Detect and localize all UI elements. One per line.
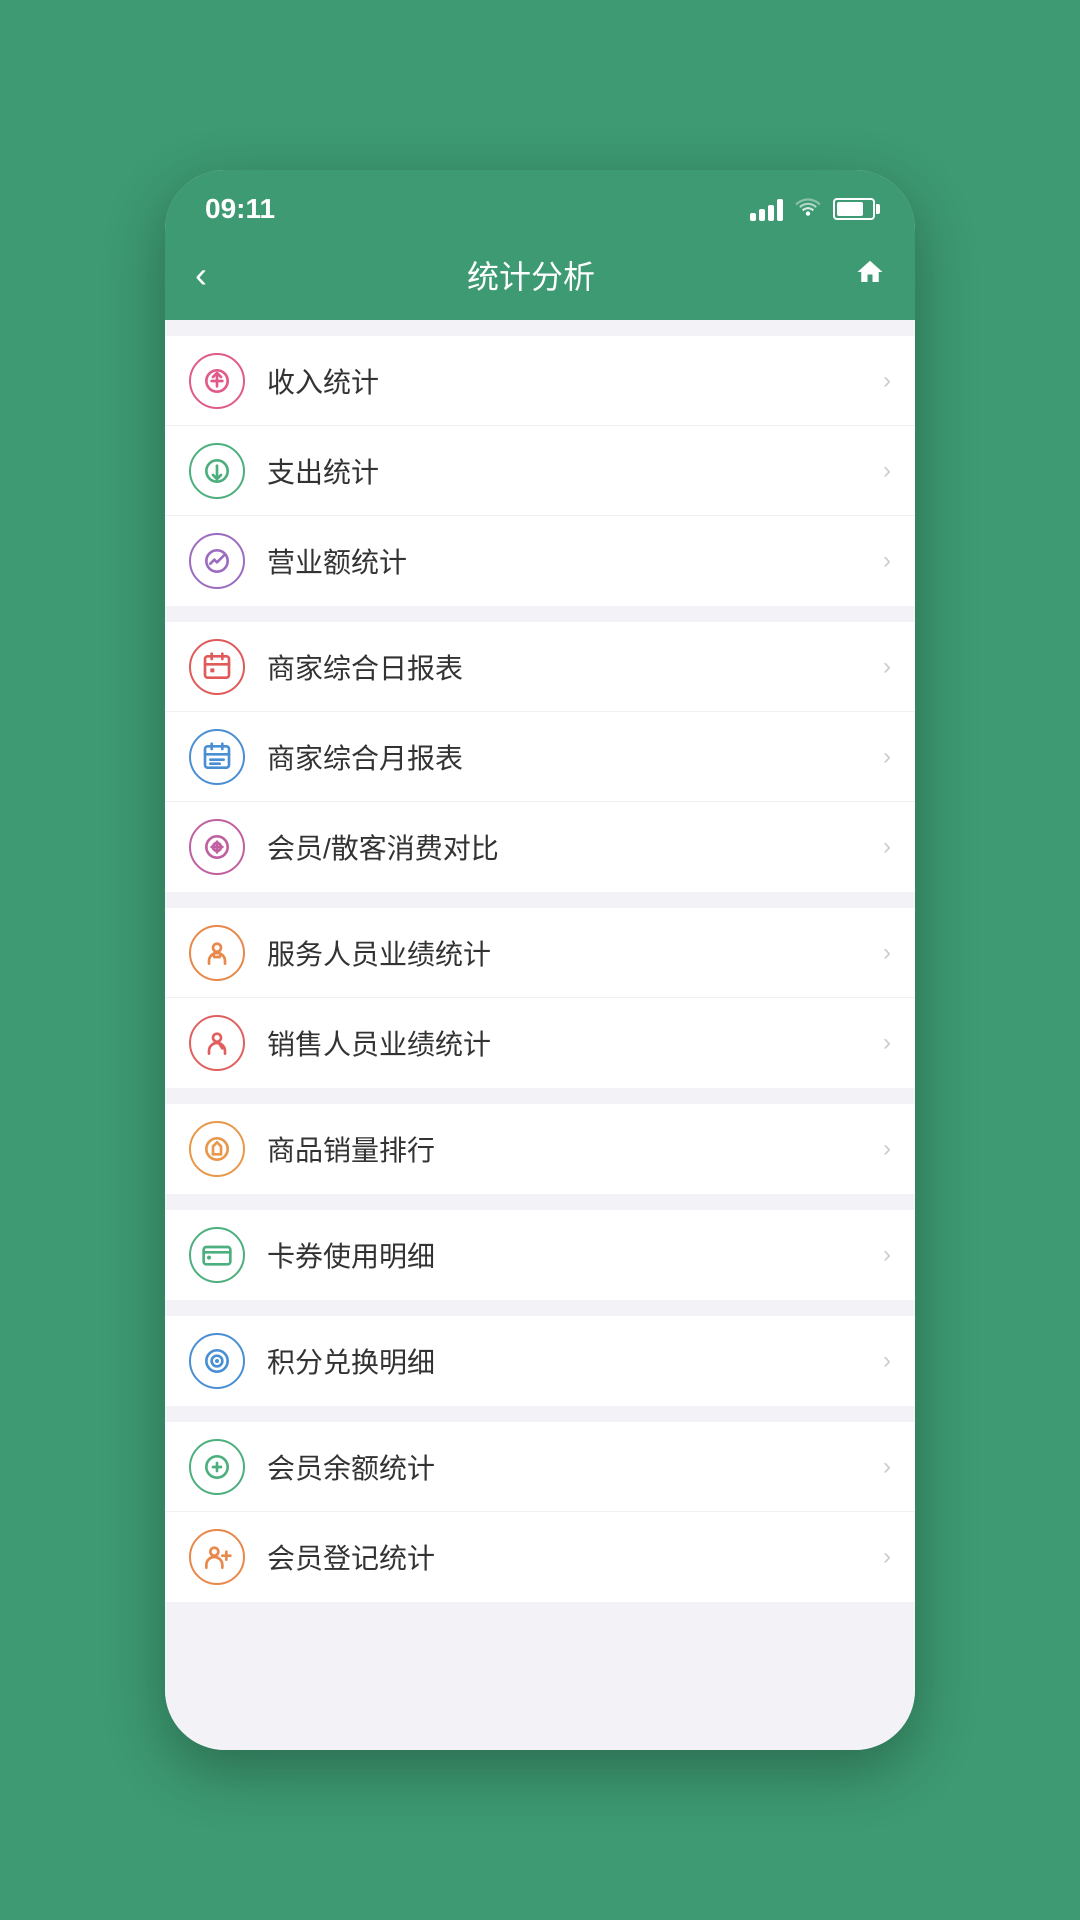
menu-item-service-staff[interactable]: 服务人员业绩统计 ›: [165, 908, 915, 998]
sales-staff-label: 销售人员业绩统计: [267, 1023, 883, 1063]
arrow-icon: ›: [883, 547, 891, 575]
daily-icon: [189, 639, 245, 695]
menu-item-points[interactable]: 积分兑换明细 ›: [165, 1316, 915, 1406]
status-time: 09:11: [205, 193, 275, 225]
menu-group-5: 卡券使用明细 ›: [165, 1210, 915, 1300]
arrow-icon: ›: [883, 1543, 891, 1571]
menu-group-4: 商品销量排行 ›: [165, 1104, 915, 1194]
menu-item-revenue[interactable]: 营业额统计 ›: [165, 516, 915, 606]
arrow-icon: ›: [883, 1241, 891, 1269]
daily-label: 商家综合日报表: [267, 647, 883, 687]
nav-bar: ‹ 统计分析: [165, 240, 915, 320]
arrow-icon: ›: [883, 367, 891, 395]
menu-item-member-balance[interactable]: 会员余额统计 ›: [165, 1422, 915, 1512]
menu-item-expense[interactable]: 支出统计 ›: [165, 426, 915, 516]
monthly-icon: [189, 729, 245, 785]
member-balance-label: 会员余额统计: [267, 1447, 883, 1487]
revenue-label: 营业额统计: [267, 541, 883, 581]
expense-icon: [189, 443, 245, 499]
menu-group-1: 收入统计 › 支出统计 ›: [165, 336, 915, 606]
menu-item-member-register[interactable]: 会员登记统计 ›: [165, 1512, 915, 1602]
menu-item-income[interactable]: 收入统计 ›: [165, 336, 915, 426]
home-button[interactable]: [855, 257, 885, 294]
signal-icon: [750, 197, 783, 221]
status-bar: 09:11: [165, 170, 915, 240]
menu-item-daily[interactable]: 商家综合日报表 ›: [165, 622, 915, 712]
service-staff-label: 服务人员业绩统计: [267, 933, 883, 973]
arrow-icon: ›: [883, 939, 891, 967]
points-icon: [189, 1333, 245, 1389]
member-register-label: 会员登记统计: [267, 1537, 883, 1577]
arrow-icon: ›: [883, 457, 891, 485]
arrow-icon: ›: [883, 833, 891, 861]
page-title: 统计分析: [467, 252, 595, 298]
status-icons: [750, 196, 875, 222]
menu-item-card[interactable]: 卡券使用明细 ›: [165, 1210, 915, 1300]
service-staff-icon: [189, 925, 245, 981]
menu-group-6: 积分兑换明细 ›: [165, 1316, 915, 1406]
arrow-icon: ›: [883, 1347, 891, 1375]
wifi-icon: [795, 196, 821, 222]
points-label: 积分兑换明细: [267, 1341, 883, 1381]
product-rank-label: 商品销量排行: [267, 1129, 883, 1169]
card-label: 卡券使用明细: [267, 1235, 883, 1275]
sales-staff-icon: [189, 1015, 245, 1071]
phone-frame: 09:11 ‹ 统计分析: [165, 170, 915, 1750]
arrow-icon: ›: [883, 653, 891, 681]
menu-group-7: 会员余额统计 › 会员登记统计 ›: [165, 1422, 915, 1602]
menu-item-sales-staff[interactable]: 销售人员业绩统计 ›: [165, 998, 915, 1088]
monthly-label: 商家综合月报表: [267, 737, 883, 777]
arrow-icon: ›: [883, 1135, 891, 1163]
arrow-icon: ›: [883, 743, 891, 771]
product-rank-icon: [189, 1121, 245, 1177]
income-label: 收入统计: [267, 361, 883, 401]
member-compare-icon: [189, 819, 245, 875]
member-compare-label: 会员/散客消费对比: [267, 827, 883, 867]
arrow-icon: ›: [883, 1453, 891, 1481]
menu-item-member-compare[interactable]: 会员/散客消费对比 ›: [165, 802, 915, 892]
menu-group-3: 服务人员业绩统计 › 销售人员业绩统计 ›: [165, 908, 915, 1088]
battery-icon: [833, 198, 875, 220]
member-register-icon: [189, 1529, 245, 1585]
menu-item-product-rank[interactable]: 商品销量排行 ›: [165, 1104, 915, 1194]
revenue-icon: [189, 533, 245, 589]
content-area: 收入统计 › 支出统计 ›: [165, 320, 915, 1750]
menu-group-2: 商家综合日报表 › 商家综合月报表 ›: [165, 622, 915, 892]
member-balance-icon: [189, 1439, 245, 1495]
income-icon: [189, 353, 245, 409]
arrow-icon: ›: [883, 1029, 891, 1057]
expense-label: 支出统计: [267, 451, 883, 491]
back-button[interactable]: ‹: [195, 257, 207, 293]
card-icon: [189, 1227, 245, 1283]
menu-item-monthly[interactable]: 商家综合月报表 ›: [165, 712, 915, 802]
